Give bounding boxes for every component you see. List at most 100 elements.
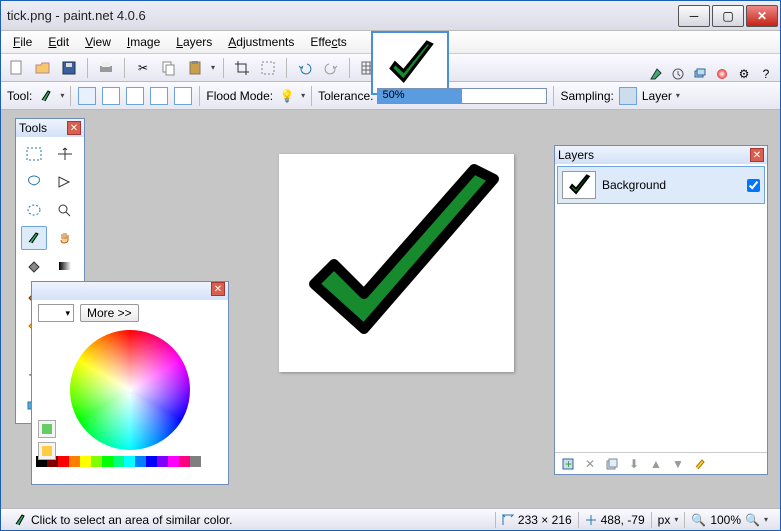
sampling-value[interactable]: Layer [642,89,672,103]
layer-properties-icon[interactable] [692,456,708,472]
save-icon[interactable] [59,58,79,78]
flood-mode-dropdown-icon[interactable]: ▾ [301,91,305,100]
zoom-tool[interactable] [52,198,78,222]
layer-name: Background [602,178,666,192]
zoom-out-icon[interactable]: 🔍 [691,513,706,527]
swatch[interactable] [179,456,190,467]
menu-layers[interactable]: Layers [168,33,220,51]
new-icon[interactable] [7,58,27,78]
palette-menu-icon[interactable] [38,442,56,460]
sampling-icon[interactable] [619,87,637,105]
paint-bucket-tool[interactable] [21,254,47,278]
flood-mode-icon[interactable]: 💡 [277,86,297,106]
menu-image[interactable]: Image [119,33,168,51]
selection-add-icon[interactable] [102,87,120,105]
move-selected-pixels-tool[interactable] [52,142,78,166]
minimize-button[interactable]: ─ [678,5,710,27]
colors-panel-header[interactable]: ✕ [32,282,228,300]
zoom-in-icon[interactable]: 🔍 [745,513,760,527]
magic-wand-tool[interactable] [21,226,47,250]
colors-panel-close-icon[interactable]: ✕ [211,282,225,296]
gradient-tool[interactable] [52,254,78,278]
settings-icon[interactable]: ⚙ [734,65,754,83]
move-selection-tool[interactable] [52,170,78,194]
tools-toggle-icon[interactable] [646,65,666,83]
print-icon[interactable] [96,58,116,78]
lasso-select-tool[interactable] [21,170,47,194]
layer-thumbnail [562,171,596,199]
history-toggle-icon[interactable] [668,65,688,83]
move-layer-down-icon[interactable]: ▼ [670,456,686,472]
colors-toggle-icon[interactable] [712,65,732,83]
undo-icon[interactable] [295,58,315,78]
paste-dropdown-icon[interactable]: ▾ [211,63,215,72]
close-button[interactable]: ✕ [746,5,778,27]
swatch[interactable] [157,456,168,467]
canvas[interactable] [279,154,514,372]
paste-icon[interactable] [185,58,205,78]
tools-panel-header[interactable]: Tools ✕ [16,119,84,137]
swatch[interactable] [146,456,157,467]
layers-panel-title: Layers [558,148,594,162]
swatch[interactable] [135,456,146,467]
pan-tool[interactable] [52,226,78,250]
move-layer-up-icon[interactable]: ▲ [648,456,664,472]
layers-panel[interactable]: Layers ✕ Background + ✕ ⬇ ▲ ▼ [554,145,768,475]
layer-visibility-checkbox[interactable] [747,179,760,192]
menu-file[interactable]: File [5,33,40,51]
color-mode-dropdown[interactable] [38,304,74,322]
color-wheel[interactable] [70,330,190,450]
more-button[interactable]: More >> [80,304,139,322]
maximize-button[interactable]: ▢ [712,5,744,27]
tolerance-slider[interactable]: 50% [377,88,547,104]
sampling-dropdown-icon[interactable]: ▾ [676,91,680,100]
swatch[interactable] [201,456,212,467]
layers-panel-header[interactable]: Layers ✕ [555,146,767,164]
color-wheel-cursor[interactable] [128,388,134,394]
ellipse-select-tool[interactable] [21,198,47,222]
cut-icon[interactable]: ✂ [133,58,153,78]
crop-icon[interactable] [232,58,252,78]
swatch[interactable] [102,456,113,467]
selection-replace-icon[interactable] [78,87,96,105]
rectangle-select-tool[interactable] [21,142,47,166]
swatch[interactable] [58,456,69,467]
copy-icon[interactable] [159,58,179,78]
swatch[interactable] [80,456,91,467]
magic-wand-icon [13,513,27,527]
tools-panel-close-icon[interactable]: ✕ [67,121,81,135]
menu-adjustments[interactable]: Adjustments [220,33,302,51]
merge-down-icon[interactable]: ⬇ [626,456,642,472]
delete-layer-icon[interactable]: ✕ [582,456,598,472]
unit-dropdown-icon[interactable]: ▾ [674,515,678,524]
swatch[interactable] [113,456,124,467]
menu-effects[interactable]: Effects [302,33,354,51]
add-swatch-icon[interactable] [38,420,56,438]
help-icon[interactable]: ? [756,65,776,83]
layers-toggle-icon[interactable] [690,65,710,83]
active-tool-icon[interactable] [36,86,56,106]
swatch[interactable] [69,456,80,467]
menu-view[interactable]: View [77,33,119,51]
layer-item[interactable]: Background [557,166,765,204]
swatch[interactable] [91,456,102,467]
tool-dropdown-icon[interactable]: ▾ [60,91,64,100]
flood-mode-label: Flood Mode: [206,89,273,103]
swatch[interactable] [168,456,179,467]
selection-intersect-icon[interactable] [150,87,168,105]
menu-edit[interactable]: Edit [40,33,77,51]
image-thumbnail[interactable] [371,31,449,95]
swatch[interactable] [190,456,201,467]
open-icon[interactable] [33,58,53,78]
swatch[interactable] [124,456,135,467]
deselect-icon[interactable] [258,58,278,78]
redo-icon[interactable] [321,58,341,78]
colors-panel[interactable]: ✕ More >> [31,281,229,485]
zoom-dropdown-icon[interactable]: ▾ [764,515,768,524]
layers-panel-close-icon[interactable]: ✕ [750,148,764,162]
duplicate-layer-icon[interactable] [604,456,620,472]
status-unit[interactable]: px [658,513,671,527]
selection-subtract-icon[interactable] [126,87,144,105]
selection-invert-icon[interactable] [174,87,192,105]
add-layer-icon[interactable]: + [560,456,576,472]
